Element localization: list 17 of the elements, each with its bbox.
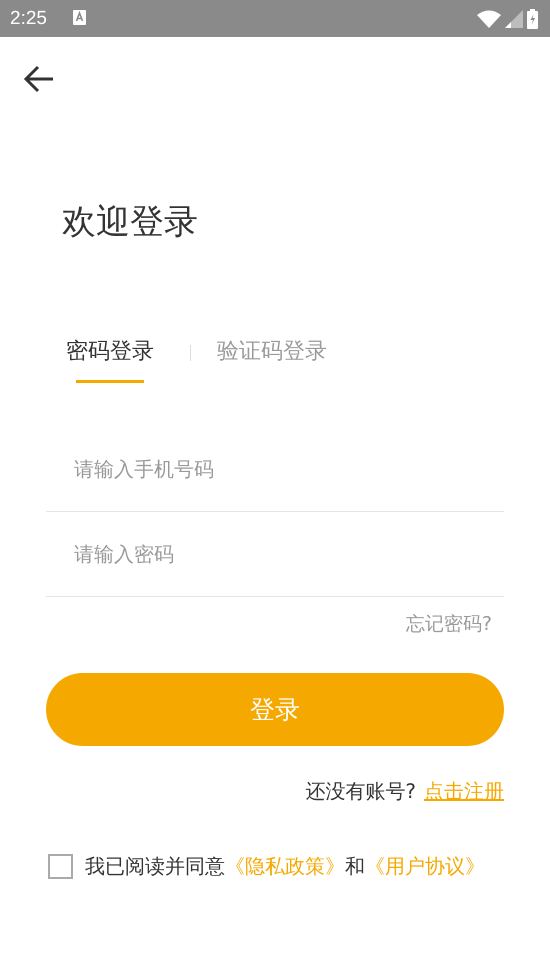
welcome-title: 欢迎登录 [62,202,199,243]
status-time: 2:25 [10,8,47,30]
agreement-text: 我已阅读并同意《隐私政策》和《用户协议》 [85,853,485,880]
back-arrow-icon [23,64,55,94]
register-link[interactable]: 点击注册 [424,778,504,806]
no-account-text: 还没有账号? [305,778,416,806]
wifi-icon [477,10,501,28]
forgot-password-link[interactable]: 忘记密码? [406,609,492,640]
agreement-checkbox[interactable] [48,854,73,880]
signal-icon [505,10,523,28]
notification-icon [72,10,86,25]
login-tab[interactable]: 验证码登录 [217,338,327,384]
battery-icon [527,8,538,28]
user-agreement-link[interactable]: 《用户协议》 [365,854,485,878]
login-button[interactable]: 登录 [46,673,504,746]
privacy-policy-link[interactable]: 《隐私政策》 [225,854,345,878]
login-tab[interactable]: 密码登录 [66,338,154,384]
